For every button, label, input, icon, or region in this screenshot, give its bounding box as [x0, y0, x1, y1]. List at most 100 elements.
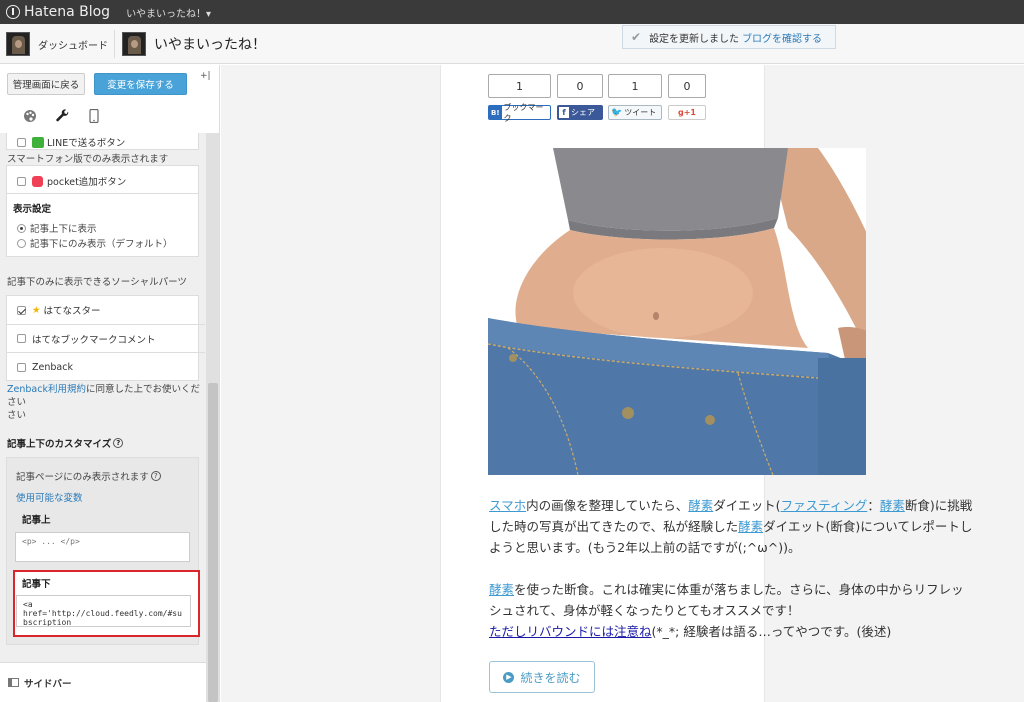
keyword-link[interactable]: スマホ	[489, 498, 526, 513]
display-option-below[interactable]: 記事下にのみ表示（デフォルト）	[17, 236, 173, 250]
text: ダイエット(断食)についてレポートし	[763, 519, 973, 534]
article-page-only-text: 記事ページにのみ表示されます	[16, 472, 149, 483]
blog-title-link[interactable]: いやまいったね！	[122, 32, 266, 56]
design-tabs	[14, 105, 110, 127]
bookmark-comment-checkbox[interactable]	[17, 334, 26, 343]
article-page-only-note: 記事ページにのみ表示されます ?	[16, 469, 161, 483]
hatebu-button[interactable]: B! ブックマーク	[488, 103, 551, 123]
keyword-link[interactable]: ファスティング	[781, 498, 868, 513]
facebook-label: シェア	[571, 108, 595, 117]
star-icon: ★	[32, 304, 41, 316]
facebook-share-button[interactable]: f シェア	[557, 105, 603, 120]
pocket-icon	[32, 175, 43, 187]
text: ダイエット(	[713, 498, 781, 513]
paragraph-2-line-1: 酵素を使った断食。これは確実に体重が落ちました。さらに、身体の中からリフレッ	[489, 579, 989, 600]
keyword-link[interactable]: 酵素	[688, 498, 713, 513]
display-radio-both[interactable]	[17, 223, 26, 233]
notice-text: 設定を更新しました	[649, 33, 740, 45]
zenback-row: Zenback	[7, 353, 205, 381]
text: 断食)に挑戦	[904, 498, 973, 513]
text: した時の写真が出てきたので、私が経験した	[489, 519, 739, 534]
display-option-both-label: 記事上下に表示	[30, 224, 97, 235]
blog-title: いやまいったね！	[154, 37, 266, 53]
hatena-star-checkbox[interactable]	[17, 305, 26, 315]
above-article-input[interactable]	[15, 532, 190, 562]
view-blog-link[interactable]: ブログを確認する	[742, 30, 822, 45]
text: 内の画像を整理していたら、	[526, 498, 689, 513]
help-icon[interactable]: ?	[113, 438, 124, 448]
text: ：	[867, 498, 880, 513]
hatena-star-label: はてなスター	[43, 306, 101, 317]
update-notice: ✔ 設定を更新しました ブログを確認する	[622, 25, 836, 49]
paragraph-1-line-2: した時の写真が出てきたので、私が経験した酵素ダイエット(断食)についてレポートし	[489, 516, 989, 537]
sidebar-scrollbar-thumb[interactable]	[208, 383, 218, 702]
collapse-sidebar-icon[interactable]: +|	[200, 71, 211, 81]
display-radio-below[interactable]	[17, 238, 26, 248]
text: (*_*; 経験者は語る…ってやつです。(後述)	[651, 624, 892, 639]
sidebar-toolbar: 管理画面に戻る 変更を保存する +|	[0, 65, 219, 133]
text: を使った断食。これは確実に体重が落ちました。さらに、身体の中からリフレッ	[514, 582, 964, 597]
hatena-blog-logo[interactable]: Hatena Blog	[6, 4, 110, 20]
line-button-label: LINEで送るボタン	[47, 138, 126, 149]
help-icon[interactable]: ?	[150, 471, 161, 481]
preview-area: 1 0 1 0 B! ブックマーク f シェア 🐦 ツイート g+1 スマホ内の…	[221, 65, 1024, 702]
palette-icon[interactable]	[14, 105, 46, 127]
pocket-settings-box: pocket追加ボタン 表示設定 記事上下に表示 記事下にのみ表示（デフォルト）	[6, 165, 199, 257]
hatebu-label: ブックマーク	[503, 102, 544, 123]
line-icon	[32, 136, 44, 148]
rebound-warning-link[interactable]: ただしリバウンドには注意ね	[489, 624, 652, 639]
display-option-below-label: 記事下にのみ表示（デフォルト）	[30, 239, 173, 250]
customize-title: 記事上下のカスタマイズ ?	[7, 436, 124, 450]
bookmark-comment-label: はてなブックマークコメント	[32, 334, 156, 346]
zenback-checkbox[interactable]	[17, 362, 26, 372]
wrench-icon[interactable]	[46, 105, 78, 127]
pocket-checkbox[interactable]	[17, 176, 26, 186]
sidebar-section-label: サイドバー	[24, 678, 72, 690]
above-article-label: 記事上	[22, 515, 51, 526]
display-settings-title: 表示設定	[13, 204, 52, 215]
gplus-count: 0	[668, 74, 706, 98]
hatena-star-row: ★ はてなスター	[7, 296, 205, 325]
customize-title-text: 記事上下のカスタマイズ	[7, 439, 112, 450]
brand-name: Hatena Blog	[24, 4, 111, 20]
zenback-label: Zenback	[32, 361, 73, 373]
facebook-icon: f	[559, 107, 569, 118]
gplus-button[interactable]: g+1	[668, 105, 706, 120]
keyword-link[interactable]: 酵素	[489, 582, 514, 597]
blog-avatar	[122, 32, 146, 56]
line-option-row: LINEで送るボタン	[6, 133, 199, 150]
hatebu-count: 1	[488, 74, 551, 98]
read-more-button[interactable]: ▶ 続きを読む	[489, 661, 595, 693]
top-bar: Hatena Blog いやまいったね！▾	[0, 0, 1024, 24]
zenback-terms-link[interactable]: Zenback利用規約	[7, 384, 86, 395]
paragraph-2-line-2: シュされて、身体が軽くなったりとてもオススメです！	[489, 603, 800, 618]
zenback-terms-line2: さい	[7, 410, 27, 421]
zenback-terms-note: Zenback利用規約に同意した上でお使いください さい	[7, 383, 202, 422]
facebook-count: 0	[557, 74, 603, 98]
sidebar-section-header[interactable]: サイドバー	[0, 662, 206, 702]
blog-switcher[interactable]: いやまいったね！▾	[126, 5, 211, 20]
pocket-button-label: pocket追加ボタン	[47, 177, 127, 188]
smartphone-icon[interactable]	[78, 105, 110, 127]
read-more-label: 続きを読む	[520, 670, 581, 685]
divider	[114, 30, 115, 58]
paragraph-2-line-3: ただしリバウンドには注意ね(*_*; 経験者は語る…ってやつです。(後述)	[489, 621, 989, 642]
tweet-button[interactable]: 🐦 ツイート	[608, 105, 662, 120]
save-changes-button[interactable]: 変更を保存する	[94, 73, 187, 95]
back-to-admin-button[interactable]: 管理画面に戻る	[7, 73, 85, 95]
dashboard-label: ダッシュボード	[38, 40, 108, 52]
keyword-link[interactable]: 酵素	[738, 519, 763, 534]
twitter-count: 1	[608, 74, 662, 98]
article-photo	[488, 148, 866, 475]
keyword-link[interactable]: 酵素	[880, 498, 905, 513]
hatena-bookmark-comment-row: はてなブックマークコメント	[7, 325, 205, 353]
variables-link[interactable]: 使用可能な変数	[16, 490, 83, 504]
dashboard-link[interactable]: ダッシュボード	[6, 32, 108, 56]
design-sidebar: 管理画面に戻る 変更を保存する +| LINEで送るボタン スマートフォン版での…	[0, 65, 220, 702]
smartphone-only-note: スマートフォン版でのみ表示されます	[7, 154, 169, 165]
hatena-logo-icon	[6, 5, 20, 19]
sidebar-layout-icon	[8, 678, 19, 687]
line-checkbox[interactable]	[17, 137, 26, 147]
display-option-both[interactable]: 記事上下に表示	[17, 221, 97, 235]
sub-bar: ダッシュボード いやまいったね！	[0, 24, 1024, 64]
